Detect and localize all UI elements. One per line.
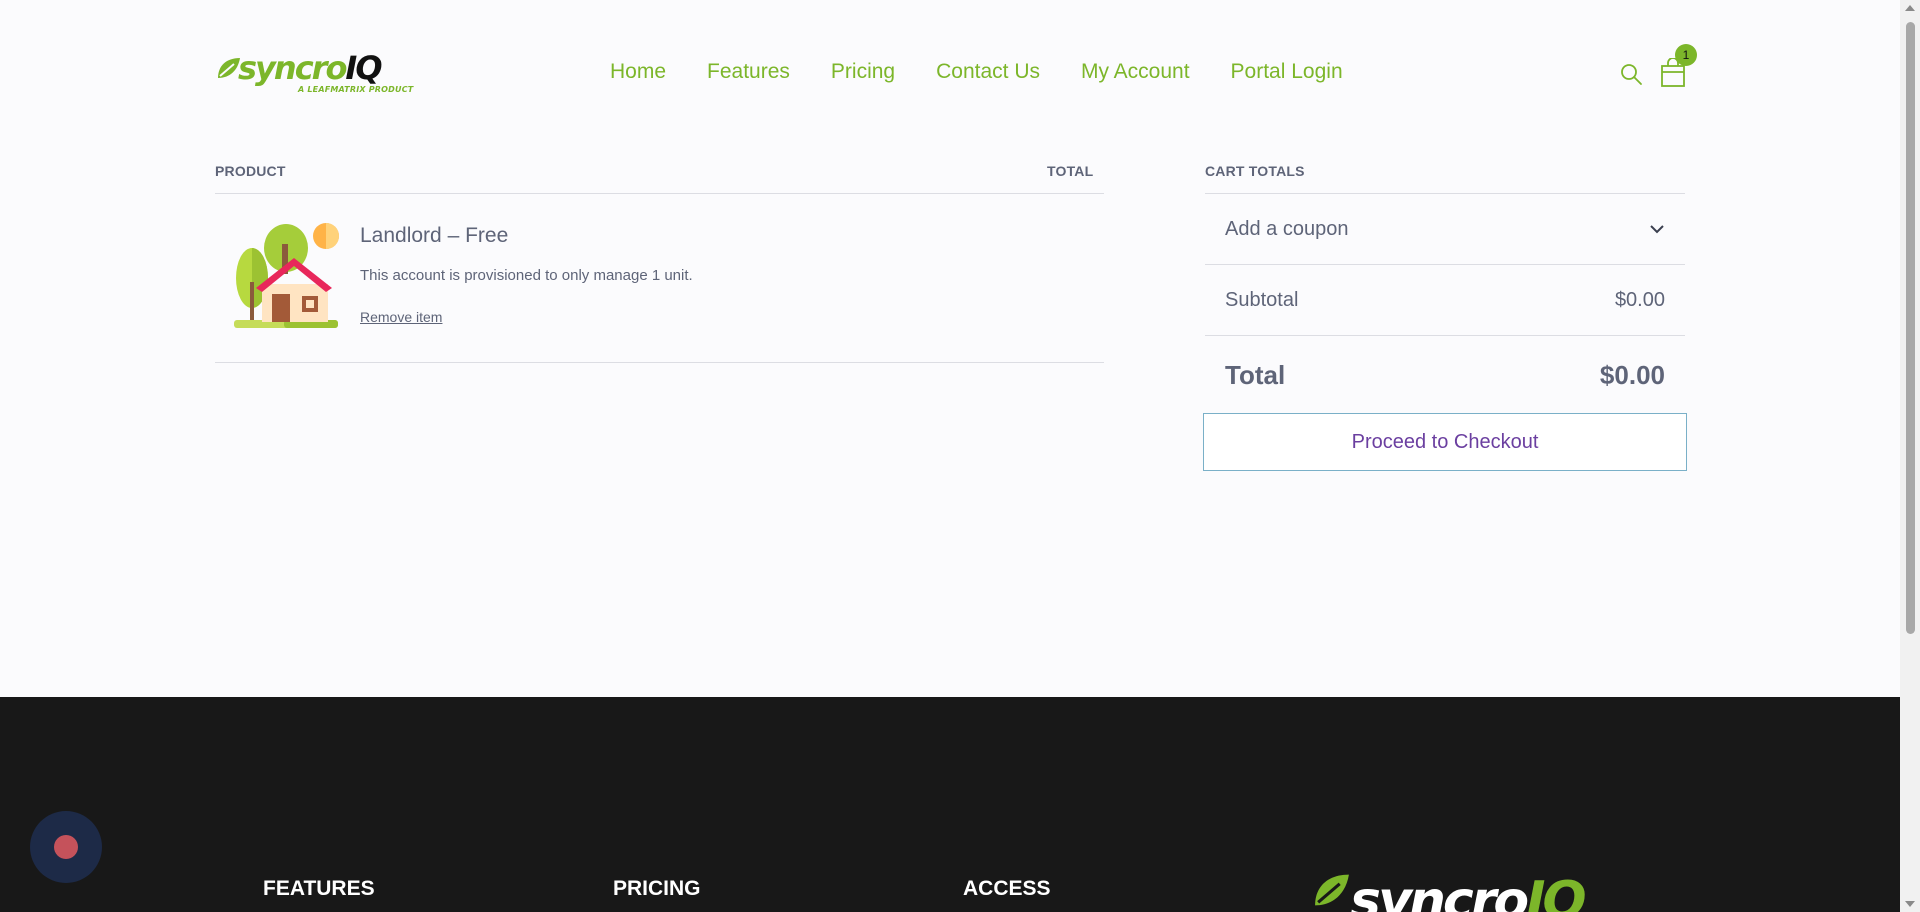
product-title[interactable]: Landlord – Free — [360, 224, 508, 248]
nav-home[interactable]: Home — [610, 60, 666, 84]
leaf-icon — [1315, 874, 1349, 906]
scroll-down-arrow-icon[interactable] — [1905, 901, 1915, 907]
remove-item-link[interactable]: Remove item — [360, 309, 442, 325]
nav-pricing[interactable]: Pricing — [831, 60, 895, 84]
total-value: $0.00 — [1599, 359, 1665, 390]
table-header-divider — [215, 193, 1104, 194]
footer-pricing-heading: PRICING — [613, 877, 701, 900]
nav-features[interactable]: Features — [707, 60, 790, 84]
brand-name: syncroIQ — [238, 49, 383, 87]
scroll-thumb[interactable] — [1906, 22, 1915, 634]
table-row-divider — [215, 362, 1104, 363]
page-scrollbar[interactable] — [1900, 0, 1920, 912]
brand-tagline: A LEAFMATRIX PRODUCT — [298, 85, 414, 94]
scroll-up-arrow-icon[interactable] — [1905, 5, 1915, 11]
chevron-down-icon — [1650, 225, 1664, 234]
cart-totals-heading: CART TOTALS — [1205, 163, 1305, 179]
nav-contact-us[interactable]: Contact Us — [936, 60, 1040, 84]
total-column-header: TOTAL — [1047, 163, 1094, 179]
chat-indicator-icon — [54, 835, 78, 859]
chat-widget-button[interactable] — [30, 811, 102, 883]
total-label: Total — [1225, 359, 1286, 390]
house-illustration — [234, 223, 339, 328]
site-footer: FEATURES PRICING ACCESS syncroIQ — [0, 697, 1900, 912]
search-icon[interactable] — [1619, 62, 1643, 86]
subtotal-divider — [1205, 335, 1685, 336]
footer-features-heading: FEATURES — [263, 877, 375, 900]
brand-logo[interactable]: syncroIQ A LEAFMATRIX PRODUCT — [216, 49, 413, 98]
total-row: Total $0.00 — [1205, 350, 1685, 400]
coupon-label: Add a coupon — [1225, 217, 1349, 240]
product-column-header: PRODUCT — [215, 163, 286, 179]
nav-portal-login[interactable]: Portal Login — [1231, 60, 1343, 84]
main-nav: Home Features Pricing Contact Us My Acco… — [610, 60, 1384, 84]
subtotal-value: $0.00 — [1614, 288, 1665, 311]
footer-access-heading: ACCESS — [963, 877, 1051, 900]
subtotal-row: Subtotal $0.00 — [1205, 265, 1685, 335]
cart-count-badge: 1 — [1675, 44, 1697, 66]
footer-brand-logo[interactable]: syncroIQ — [1350, 871, 1587, 912]
product-description: This account is provisioned to only mana… — [360, 267, 693, 284]
subtotal-label: Subtotal — [1225, 288, 1299, 311]
nav-my-account[interactable]: My Account — [1081, 60, 1190, 84]
coupon-toggle[interactable]: Add a coupon — [1205, 194, 1685, 264]
proceed-to-checkout-button[interactable]: Proceed to Checkout — [1203, 413, 1687, 471]
